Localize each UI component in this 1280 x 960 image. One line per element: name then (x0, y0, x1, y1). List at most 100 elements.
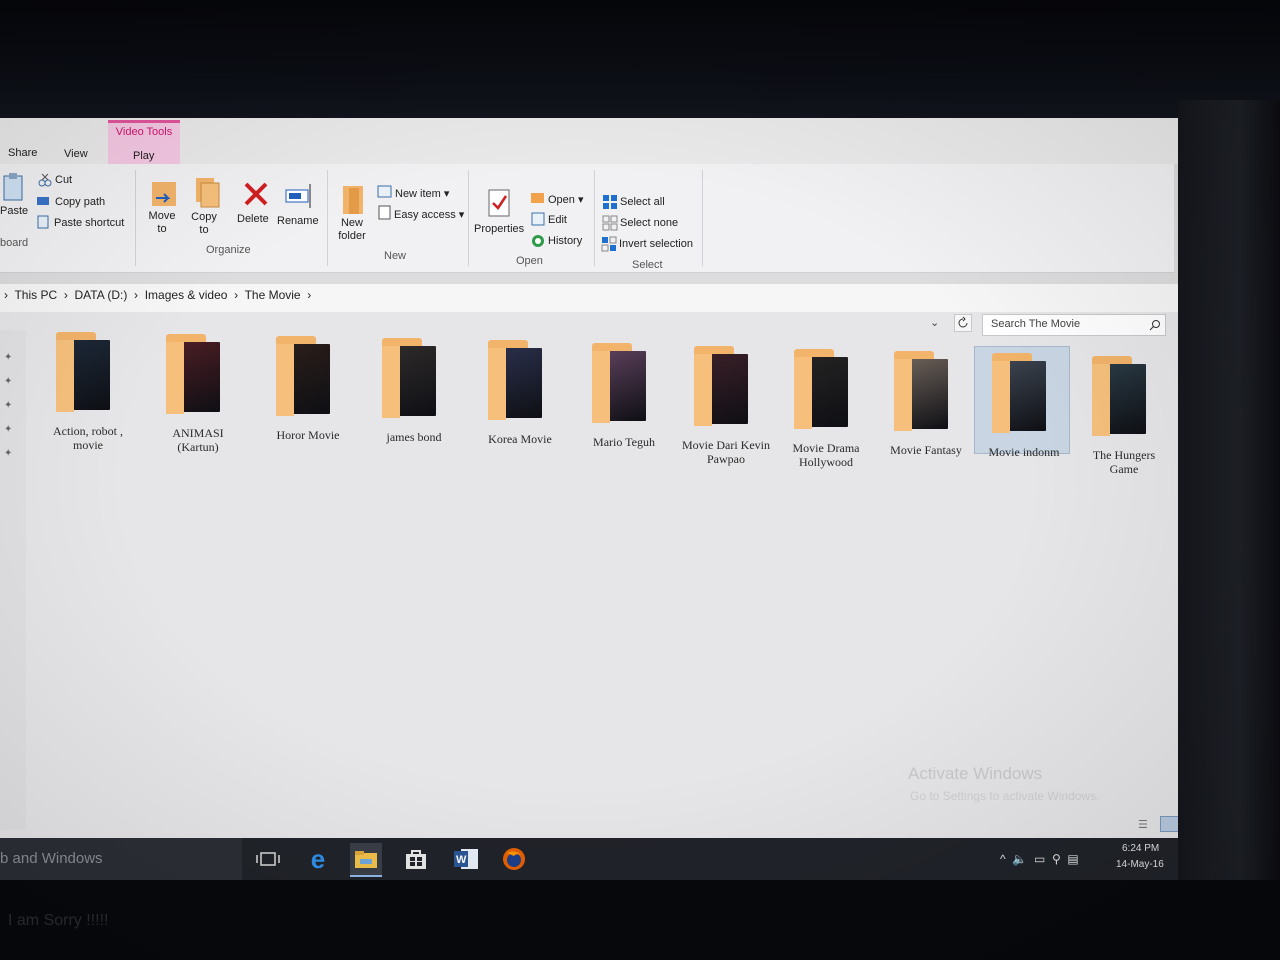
folder-label-line2: Pawpao (707, 452, 745, 466)
select-none-icon (602, 215, 618, 231)
folder-front (694, 354, 712, 426)
folder-label: Horor Movie (256, 428, 360, 442)
folder-front (794, 357, 812, 429)
tab-view[interactable]: View (64, 148, 88, 160)
large-icons-view-icon[interactable] (1160, 816, 1180, 832)
folder-label-line1: The Hungers (1092, 448, 1156, 462)
word-icon[interactable]: W (450, 843, 482, 875)
search-icon (1149, 320, 1160, 331)
invert-selection-button[interactable]: Invert selection (619, 238, 693, 250)
rename-button[interactable]: Rename (277, 215, 319, 228)
battery-icon[interactable]: ▭ (1034, 852, 1045, 866)
refresh-icon[interactable] (954, 314, 972, 332)
cortana-search-box[interactable]: b and Windows (0, 838, 242, 880)
cut-button[interactable]: Cut (55, 174, 72, 186)
notifications-icon[interactable]: ▤ (1067, 852, 1078, 866)
cut-icon (38, 173, 52, 187)
copy-path-button[interactable]: Copy path (55, 196, 105, 208)
chevron-right-icon: › (63, 288, 68, 302)
open-button[interactable]: Open ▾ (548, 193, 584, 206)
paste-shortcut-button[interactable]: Paste shortcut (54, 217, 124, 229)
folder-label: Action, robot , movie (36, 424, 140, 452)
task-view-icon[interactable] (252, 843, 284, 875)
store-icon[interactable] (400, 843, 432, 875)
search-input[interactable]: Search The Movie (982, 314, 1166, 336)
clock-time[interactable]: 6:24 PM (1122, 843, 1159, 854)
pin-icon[interactable]: ✦ (4, 370, 12, 394)
chevron-up-icon[interactable]: ^ (1000, 852, 1006, 866)
folder-front (894, 359, 912, 431)
select-all-button[interactable]: Select all (620, 196, 665, 208)
group-separator (327, 170, 328, 266)
monitor-bezel-top (0, 0, 1280, 118)
chevron-right-icon: › (234, 288, 239, 302)
folder-label: Movie indonm (972, 445, 1076, 459)
folder-thumbnail (908, 359, 948, 429)
folder-front (1092, 364, 1110, 436)
folder-label-line1: Korea Movie (488, 432, 552, 446)
address-dropdown-icon[interactable]: ⌄ (930, 316, 939, 329)
folder-thumbnail (290, 344, 330, 414)
breadcrumb-the-movie[interactable]: The Movie (245, 288, 301, 302)
copy-path-icon (37, 197, 49, 205)
folder-label-line1: Mario Teguh (593, 435, 655, 449)
breadcrumb-data-d[interactable]: DATA (D:) (74, 288, 127, 302)
select-all-icon (603, 195, 617, 209)
move-to-button[interactable]: Move to (146, 210, 178, 236)
folder-label-line2: (Kartun) (177, 440, 219, 454)
chevron-right-icon: › (4, 288, 8, 302)
new-folder-icon (343, 186, 363, 214)
properties-button[interactable]: Properties (474, 223, 524, 236)
tab-play[interactable]: Play (133, 150, 154, 162)
easy-access-button[interactable]: Easy access ▾ (394, 208, 464, 221)
copy-to-button[interactable]: Copy to (188, 211, 220, 237)
delete-button[interactable]: Delete (237, 213, 269, 226)
invert-selection-icon (601, 236, 617, 252)
new-folder-button[interactable]: New folder (336, 217, 368, 243)
folder-thumbnail (808, 357, 848, 427)
pin-icon[interactable]: ✦ (4, 346, 12, 370)
clock-date[interactable]: 14-May-16 (1116, 859, 1164, 870)
edit-button[interactable]: Edit (548, 214, 567, 226)
pin-icon[interactable]: ✦ (4, 418, 12, 442)
folder-label-line2: Game (1109, 462, 1139, 476)
pin-icon[interactable]: ✦ (4, 442, 12, 466)
properties-icon (488, 189, 510, 217)
search-placeholder: Search The Movie (991, 318, 1081, 330)
folder-label-line1: james bond (386, 430, 442, 444)
open-label: Open (548, 194, 575, 206)
network-icon[interactable]: ⚲ (1052, 852, 1061, 866)
folder-label: Korea Movie (468, 432, 572, 446)
tab-share[interactable]: Share (8, 147, 37, 159)
history-button[interactable]: History (548, 235, 582, 247)
file-explorer-taskbar-icon[interactable] (350, 843, 382, 877)
quick-access-pins: ✦ ✦ ✦ ✦ ✦ (4, 346, 12, 466)
select-group-label: Select (632, 259, 663, 271)
firefox-icon[interactable] (498, 843, 530, 875)
monitor-bezel-right (1178, 100, 1280, 900)
paste-icon[interactable] (2, 172, 24, 202)
move-to-icon (152, 182, 176, 206)
breadcrumb-this-pc[interactable]: This PC (14, 288, 57, 302)
open-icon (531, 193, 544, 203)
new-item-button[interactable]: New item ▾ (395, 187, 449, 200)
folder-label: The Hungers Game (1072, 448, 1176, 476)
breadcrumb-images-video[interactable]: Images & video (145, 288, 228, 302)
group-separator (468, 170, 469, 266)
folder-thumbnail (1106, 364, 1146, 434)
folder-label-line1: ANIMASI (172, 426, 224, 440)
edge-browser-icon[interactable]: e (302, 843, 334, 875)
pin-icon[interactable]: ✦ (4, 394, 12, 418)
new-folder-label-2: folder (338, 230, 366, 242)
select-none-button[interactable]: Select none (620, 217, 678, 229)
folder-thumbnail (606, 351, 646, 421)
volume-icon[interactable]: 🔈 (1012, 852, 1027, 866)
details-view-icon[interactable]: ☰ (1138, 818, 1148, 831)
paste-button[interactable]: Paste (0, 205, 28, 218)
history-icon (532, 235, 544, 247)
folder-label-line1: Action, robot , (53, 424, 123, 438)
monitor-bezel-bottom (0, 880, 1280, 960)
folder-label-line2: Hollywood (799, 455, 853, 469)
easy-access-label: Easy access (394, 209, 456, 221)
folder-thumbnail (70, 340, 110, 410)
